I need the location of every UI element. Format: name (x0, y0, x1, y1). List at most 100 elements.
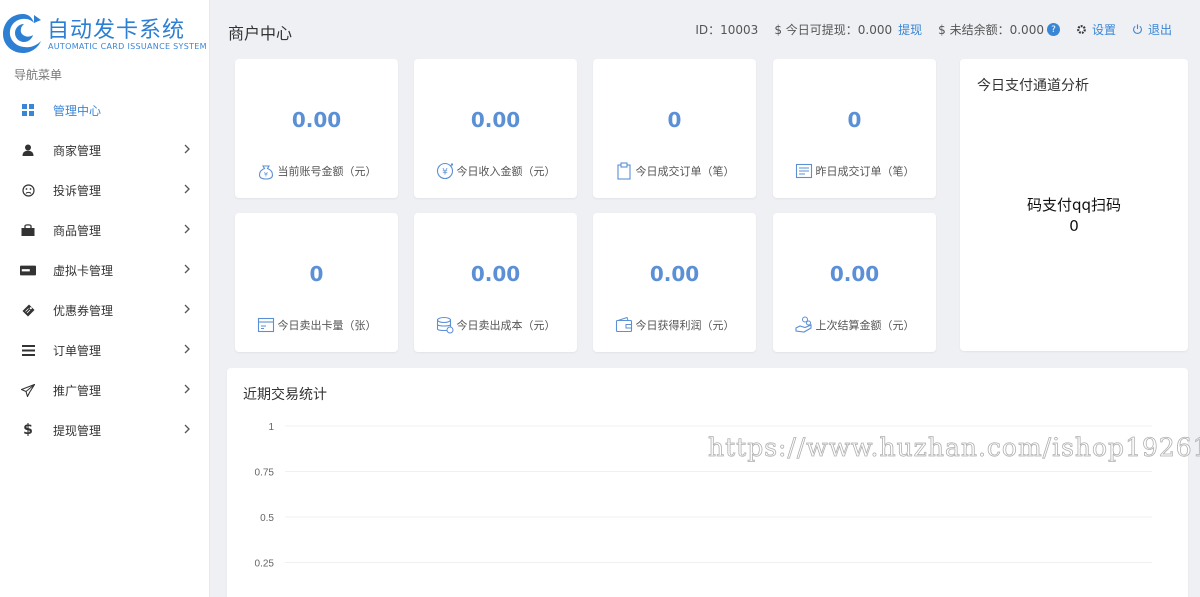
nav-item-label: 投诉管理 (53, 183, 102, 198)
stat-card-yesterday-orders: 0 昨日成交订单（笔） (773, 59, 936, 198)
stat-card-cost-sold: 0.00 今日卖出成本（元） (414, 213, 577, 352)
stat-value: 0 (667, 108, 682, 132)
stat-value: 0.00 (470, 108, 521, 132)
stat-label: 昨日成交订单（笔） (815, 165, 915, 178)
hand-coins-icon (794, 316, 812, 333)
logout-label: 退出 (1147, 23, 1172, 37)
brand-title: 自动发卡系统 (47, 18, 186, 43)
paper-plane-icon (20, 382, 36, 398)
stat-label: 今日卖出成本（元） (456, 319, 556, 332)
chart-y-tick-label: 0.25 (255, 559, 275, 570)
ticket-icon (20, 302, 36, 318)
nav-item-label: 商品管理 (53, 223, 102, 238)
nav-item-label: 提现管理 (53, 423, 102, 438)
merchant-id-value: 10003 (720, 22, 759, 37)
money-bag-icon: ¥ (258, 165, 273, 180)
chevron-right-icon (184, 304, 190, 314)
stat-card-account-balance: 0.00 ¥ 当前账号金额（元） (235, 59, 398, 198)
power-icon (1133, 24, 1142, 34)
stat-label: 今日成交订单（笔） (635, 165, 735, 178)
frown-icon (20, 182, 36, 198)
wallet-icon (615, 316, 632, 333)
stat-label: 今日卖出卡量（张） (277, 319, 377, 332)
stat-value: 0 (847, 108, 862, 132)
stat-label-row: 今日成交订单（笔） (593, 162, 756, 180)
stat-label-row: 今日卖出成本（元） (414, 316, 577, 334)
nav-item-products[interactable]: 商品管理 (0, 210, 210, 250)
credit-card-icon (20, 262, 36, 278)
chevron-right-icon (184, 424, 190, 434)
stat-label-row: 今日卖出卡量（张） (235, 316, 398, 334)
chevron-right-icon (184, 184, 190, 194)
user-icon (20, 142, 36, 158)
stat-value: 0.00 (291, 108, 342, 132)
nav-item-withdrawals[interactable]: $ 提现管理 (0, 410, 210, 450)
withdrawable-label: $ 今日可提现： (774, 23, 858, 37)
nav-item-label: 订单管理 (53, 343, 102, 358)
withdrawable-balance: $ 今日可提现： 0.000 提现 (774, 21, 922, 38)
nav-title: 导航菜单 (14, 68, 63, 82)
nav-item-coupons[interactable]: 优惠券管理 (0, 290, 210, 330)
nav-item-promotion[interactable]: 推广管理 (0, 370, 210, 410)
chevron-right-icon (184, 144, 190, 154)
settings-button[interactable]: 设置 (1076, 21, 1116, 38)
unsettled-balance: $ 未结余额： 0.000 ? (938, 21, 1060, 38)
stat-label-row: 昨日成交订单（笔） (773, 162, 936, 180)
brand-subtitle: AUTOMATIC CARD ISSUANCE SYSTEM (48, 42, 207, 51)
stat-label: 当前账号金额（元） (277, 165, 377, 178)
stat-card-today-profit: 0.00 今日获得利润（元） (593, 213, 756, 352)
merchant-id: ID： 10003 (695, 21, 758, 38)
sidebar: 自动发卡系统 AUTOMATIC CARD ISSUANCE SYSTEM 导航… (0, 0, 210, 597)
payment-channel-panel: 今日支付通道分析 码支付qq扫码 0 (960, 59, 1188, 351)
chevron-right-icon (184, 224, 190, 234)
stat-value: 0.00 (829, 262, 880, 286)
withdraw-link[interactable]: 提现 (898, 21, 922, 38)
panel-title: 今日支付通道分析 (977, 78, 1089, 94)
stat-value: 0.00 (649, 262, 700, 286)
brand-logo[interactable]: 自动发卡系统 AUTOMATIC CARD ISSUANCE SYSTEM (0, 8, 210, 62)
nav-item-label: 优惠券管理 (53, 303, 114, 318)
logo-swirl-icon (3, 14, 41, 53)
card-window-icon (257, 317, 274, 333)
clipboard-icon (616, 162, 631, 180)
dashboard-icon (20, 102, 36, 118)
chart-y-tick-label: 0.75 (255, 468, 275, 479)
stat-card-today-income: 0.00 ¥ 今日收入金额（元） (414, 59, 577, 198)
withdrawable-value: 0.000 (857, 22, 893, 37)
stat-value: 0.00 (470, 262, 521, 286)
dollar-icon: $ (23, 422, 33, 438)
trade-chart: 1 0.75 0.5 0.25 (255, 422, 1152, 570)
shopping-bag-icon (20, 222, 36, 238)
stat-label: 今日获得利润（元） (635, 319, 735, 332)
help-icon[interactable]: ? (1046, 23, 1060, 36)
stat-label: 上次结算金额（元） (815, 319, 915, 332)
logout-button[interactable]: 退出 (1132, 21, 1172, 38)
gear-icon (1077, 25, 1086, 34)
header-toolbar: ID： 10003 $ 今日可提现： 0.000 提现 $ 未结余额： 0.00… (679, 21, 1172, 38)
stat-card-last-settlement: 0.00 上次结算金额（元） (773, 213, 936, 352)
nav-item-label: 管理中心 (53, 103, 102, 118)
stat-label-row: 上次结算金额（元） (773, 316, 936, 334)
stat-label-row: ¥ 今日收入金额（元） (414, 162, 577, 180)
nav-item-virtual-cards[interactable]: 虚拟卡管理 (0, 250, 210, 290)
merchant-id-label: ID： (695, 23, 721, 37)
channel-value: 0 (1069, 217, 1079, 235)
page-title: 商户中心 (228, 24, 293, 43)
nav-menu: 管理中心 商家管理 投诉管理 商品管理 虚拟卡管理 优惠券管理 订单管理 推广管… (0, 90, 210, 450)
chart-y-tick-label: 0.5 (260, 513, 274, 524)
svg-text:¥: ¥ (263, 171, 267, 179)
chevron-right-icon (184, 384, 190, 394)
chevron-right-icon (184, 264, 190, 274)
coin-stack-icon (436, 316, 453, 334)
list-icon (20, 342, 36, 358)
watermark-text: https://www.huzhan.com/ishop19261 (708, 433, 1200, 463)
stat-label-row: ¥ 当前账号金额（元） (235, 162, 398, 180)
nav-item-orders[interactable]: 订单管理 (0, 330, 210, 370)
nav-item-merchants[interactable]: 商家管理 (0, 130, 210, 170)
stat-value: 0 (309, 262, 324, 286)
trade-stats-panel: 近期交易统计 1 0.75 0.5 0.25 (227, 368, 1188, 597)
stat-label-row: 今日获得利润（元） (593, 316, 756, 334)
nav-item-label: 推广管理 (53, 383, 102, 398)
nav-item-dashboard[interactable]: 管理中心 (0, 90, 210, 130)
nav-item-complaints[interactable]: 投诉管理 (0, 170, 210, 210)
